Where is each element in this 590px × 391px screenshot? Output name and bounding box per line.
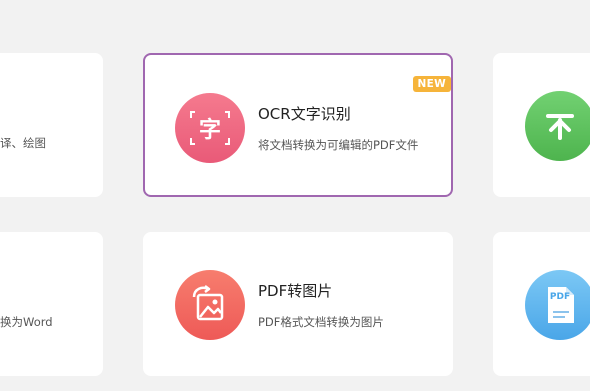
- tools-grid: 译、绘图 NEW 字 OCR文字识别 将文档转换为可编辑的PDF文件 换为Wor…: [0, 0, 590, 391]
- tool-card-pdf-to-image[interactable]: PDF转图片 PDF格式文档转换为图片: [143, 232, 453, 376]
- ocr-character-icon: 字: [175, 93, 245, 163]
- new-badge: NEW: [412, 76, 451, 92]
- pdf-document-icon: PDF: [525, 270, 590, 340]
- pdf-to-image-icon: [175, 270, 245, 340]
- upload-arrow-icon: [525, 91, 590, 161]
- tool-card-desc: 将文档转换为可编辑的PDF文件: [258, 138, 419, 152]
- tool-card-top-right[interactable]: [493, 53, 590, 197]
- tool-card-bottom-right[interactable]: PDF: [493, 232, 590, 376]
- tool-card-desc: 译、绘图: [0, 136, 46, 150]
- ocr-glyph: 字: [198, 118, 221, 143]
- tool-card-ocr[interactable]: NEW 字 OCR文字识别 将文档转换为可编辑的PDF文件: [143, 53, 453, 197]
- pdf-label: PDF: [549, 292, 571, 302]
- tool-card-title: PDF转图片: [258, 282, 333, 300]
- tool-card-title: OCR文字识别: [258, 105, 351, 123]
- tool-card-desc: PDF格式文档转换为图片: [258, 315, 384, 329]
- tool-card-desc: 换为Word: [0, 315, 53, 329]
- tool-card-top-left[interactable]: 译、绘图: [0, 53, 103, 197]
- tool-card-bottom-left[interactable]: 换为Word: [0, 232, 103, 376]
